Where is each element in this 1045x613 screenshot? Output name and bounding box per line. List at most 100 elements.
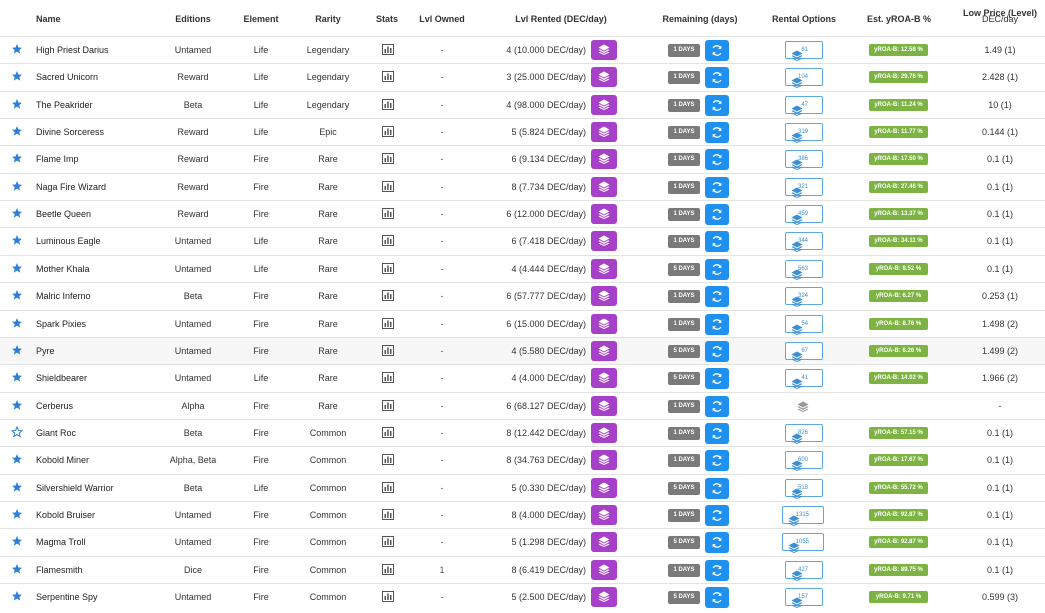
table-row[interactable]: Cerberus Alpha Fire Rare - 6 (68.127 DEC/day)… [0,391,1045,419]
stats-chart-icon[interactable] [382,153,394,165]
favorite-star-icon[interactable] [11,453,23,465]
rental-options-button[interactable]: 826 [785,423,823,444]
header-lvl-owned[interactable]: Lvl Owned [410,14,474,24]
rental-options-button[interactable]: 427 [785,560,823,581]
table-row[interactable]: Kobold Miner Alpha, Beta Fire Common - 8 (34.… [0,446,1045,473]
layers-button[interactable] [591,231,617,252]
rental-options-button[interactable]: 54 [785,314,823,335]
header-est-yroa[interactable]: Est. yROA-B % [850,14,948,24]
favorite-star-icon[interactable] [11,535,23,547]
header-remaining[interactable]: Remaining (days) [650,14,750,24]
stats-chart-icon[interactable] [382,262,394,274]
stats-chart-icon[interactable] [382,44,394,55]
stats-chart-icon[interactable] [382,126,394,138]
favorite-star-icon[interactable] [11,207,23,219]
favorite-star-icon[interactable] [11,344,23,356]
layers-button[interactable] [591,477,617,498]
renew-button[interactable] [705,149,729,171]
rental-options-button[interactable]: 459 [785,205,823,226]
favorite-star-icon[interactable] [11,180,23,192]
favorite-star-icon[interactable] [11,317,23,329]
layers-button[interactable] [591,67,617,88]
table-row[interactable]: Luminous Eagle Untamed Life Rare - 6 (7.418 D… [0,227,1045,254]
favorite-star-icon[interactable] [11,262,23,274]
stats-chart-icon[interactable] [382,235,394,247]
layers-button[interactable] [591,204,617,225]
layers-button[interactable] [591,122,617,143]
favorite-star-icon[interactable] [11,43,23,55]
favorite-star-icon[interactable] [11,371,23,383]
renew-button[interactable] [705,204,729,226]
layers-button[interactable] [591,258,617,279]
favorite-star-icon[interactable] [11,234,23,246]
table-row[interactable]: Kobold Bruiser Untamed Fire Common - 8 (4.000… [0,500,1045,528]
stats-chart-icon[interactable] [382,98,394,110]
favorite-star-icon[interactable] [11,481,23,493]
header-rarity[interactable]: Rarity [292,14,364,24]
renew-button[interactable] [705,313,729,335]
renew-button[interactable] [705,258,729,280]
favorite-star-icon[interactable] [11,563,23,575]
rental-options-button[interactable]: 324 [785,287,823,308]
renew-button[interactable] [705,368,729,390]
table-row[interactable]: Serpentine Spy Untamed Fire Common - 5 (2.500… [0,583,1045,610]
renew-button[interactable] [705,94,729,116]
layers-button[interactable] [591,40,617,60]
layers-button[interactable] [591,422,617,443]
layers-button[interactable] [591,313,617,334]
rental-options-button[interactable]: 563 [785,259,823,280]
rental-options-button[interactable]: 600 [785,451,823,472]
stats-chart-icon[interactable] [382,317,394,329]
stats-chart-icon[interactable] [382,208,394,220]
stats-chart-icon[interactable] [382,372,394,384]
renew-button[interactable] [705,422,729,444]
table-row[interactable]: High Priest Darius Untamed Life Legendary - 4… [0,36,1045,63]
table-row[interactable]: Divine Sorceress Reward Life Epic - 5 (5.824 … [0,118,1045,145]
layers-button[interactable] [591,176,617,197]
rental-options-button[interactable]: 518 [785,478,823,499]
layers-button[interactable] [591,368,617,389]
table-row[interactable]: Magma Troll Untamed Fire Common - 5 (1.298 DE… [0,528,1045,555]
table-row[interactable]: Beetle Queen Reward Fire Rare - 6 (12.000 DEC… [0,200,1045,227]
table-row[interactable]: Pyre Untamed Fire Rare - 4 (5.580 DEC/day) 5 D… [0,336,1045,364]
table-row[interactable]: Flamesmith Dice Fire Common 1 8 (6.419 DEC/da… [0,555,1045,583]
renew-button[interactable] [705,532,729,554]
rental-options-button[interactable]: 1055 [782,533,824,554]
layers-button[interactable] [591,94,617,115]
favorite-star-icon[interactable] [11,590,23,602]
layers-button[interactable] [591,450,617,471]
header-editions[interactable]: Editions [156,14,230,24]
stats-chart-icon[interactable] [382,563,394,575]
table-row[interactable]: Silvershield Warrior Beta Life Common - 5 (0.… [0,473,1045,501]
renew-button[interactable] [705,340,729,362]
stats-chart-icon[interactable] [382,536,394,548]
table-row[interactable]: Sacred Unicorn Reward Life Legendary - 3 (25.… [0,63,1045,90]
rental-options-button[interactable]: 67 [785,341,823,362]
rental-options-button[interactable]: 344 [785,232,823,253]
favorite-star-icon[interactable] [10,425,24,438]
layers-button[interactable] [591,395,617,416]
rental-options-button[interactable]: 41 [785,369,823,390]
renew-button[interactable] [705,477,729,499]
renew-button[interactable] [705,559,729,581]
rental-options-button[interactable]: 47 [785,95,823,116]
stats-chart-icon[interactable] [382,290,394,302]
stats-chart-icon[interactable] [382,454,394,466]
favorite-star-icon[interactable] [11,399,23,411]
renew-button[interactable] [705,40,729,61]
layers-button[interactable] [591,559,617,580]
renew-button[interactable] [705,587,729,608]
rental-options-button[interactable]: 104 [785,68,823,89]
stats-chart-icon[interactable] [382,344,394,356]
stats-chart-icon[interactable] [382,71,394,83]
rental-options-button[interactable]: 386 [785,150,823,171]
header-name[interactable]: Name [36,14,61,24]
layers-icon[interactable] [797,401,809,414]
favorite-star-icon[interactable] [11,152,23,164]
rental-options-button[interactable]: 319 [785,123,823,144]
table-row[interactable]: The Peakrider Beta Life Legendary - 4 (98.000… [0,90,1045,118]
layers-button[interactable] [591,149,617,170]
layers-button[interactable] [591,286,617,307]
header-lvl-rented[interactable]: Lvl Rented (DEC/day) [486,14,636,24]
rental-options-button[interactable]: 1315 [782,505,824,526]
